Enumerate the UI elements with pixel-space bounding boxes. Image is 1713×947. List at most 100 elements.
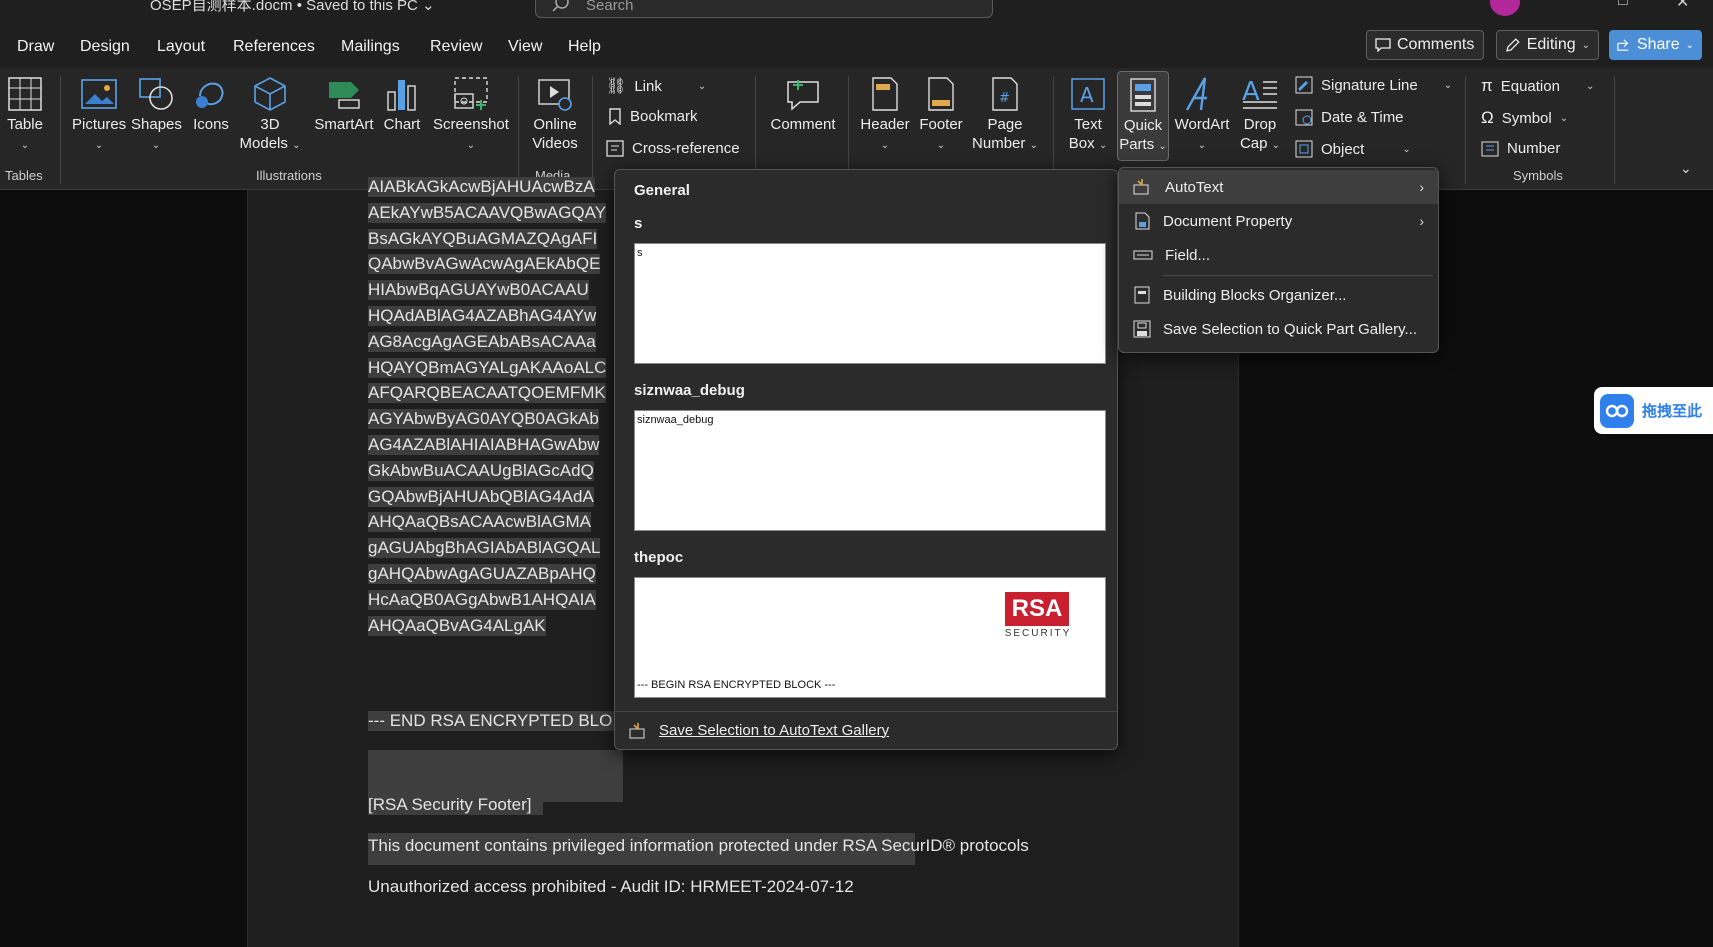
cloud-widget-text: 拖拽至此	[1642, 403, 1703, 420]
group-divider	[518, 76, 519, 184]
signature-line-button[interactable]: Signature Line ⌄	[1295, 76, 1452, 94]
page-number-button[interactable]: # Page Number ⌄	[969, 76, 1041, 155]
restore-icon[interactable]: □	[1618, 0, 1628, 10]
cross-reference-label: Cross-reference	[632, 140, 740, 157]
header-label: Header	[860, 116, 910, 133]
shapes-label: Shapes	[131, 116, 182, 133]
group-divider	[1465, 76, 1466, 184]
equation-button[interactable]: π Equation ⌄	[1481, 76, 1594, 96]
online-videos-button[interactable]: Online Videos	[528, 76, 582, 153]
smartart-button[interactable]: SmartArt	[309, 76, 379, 134]
quick-parts-icon	[1130, 78, 1156, 112]
gallery-entry-s[interactable]: s	[634, 243, 1106, 364]
tab-references[interactable]: References	[233, 38, 315, 56]
cube-icon	[254, 77, 286, 111]
3d-models-button[interactable]: 3D Models ⌄	[239, 76, 301, 155]
chevron-down-icon: ⌄	[936, 140, 946, 151]
pictures-button[interactable]: Pictures ⌄	[72, 76, 126, 155]
chevron-down-icon: ⌄	[1581, 39, 1590, 51]
drop-cap-button[interactable]: A Drop Cap ⌄	[1236, 76, 1284, 155]
bookmark-label: Bookmark	[630, 108, 698, 125]
table-icon	[8, 77, 42, 111]
comments-button[interactable]: Comments	[1366, 30, 1484, 60]
tab-view[interactable]: View	[508, 38, 542, 56]
wordart-icon	[1185, 77, 1207, 111]
menu-divider	[1163, 275, 1433, 276]
table-button[interactable]: Table ⌄	[4, 76, 46, 155]
wordart-button[interactable]: WordArt ⌄	[1172, 76, 1232, 155]
save-quick-part-icon	[1133, 320, 1151, 338]
share-button[interactable]: Share ⌄	[1609, 30, 1702, 60]
footer-button[interactable]: Footer ⌄	[915, 76, 967, 155]
link-icon: ⛓	[606, 78, 627, 95]
new-comment-icon	[787, 80, 819, 111]
document-title[interactable]: OSEP自测样本.docm • Saved to this PC ⌄	[150, 0, 435, 15]
cross-reference-button[interactable]: Cross-reference	[606, 140, 740, 157]
group-divider	[592, 76, 593, 184]
tab-review[interactable]: Review	[430, 38, 482, 56]
menu-item-label: Save Selection to Quick Part Gallery...	[1163, 320, 1417, 338]
object-label: Object	[1321, 140, 1365, 158]
symbol-button[interactable]: Ω Symbol ⌄	[1481, 108, 1568, 128]
menu-item-document-property[interactable]: Document Property ›	[1119, 204, 1438, 238]
menu-item-field[interactable]: Field...	[1119, 238, 1438, 272]
comment-button[interactable]: Comment	[767, 76, 839, 134]
menu-item-label: Building Blocks Organizer...	[1163, 286, 1347, 304]
comment-icon	[1375, 38, 1391, 52]
save-to-autotext-gallery[interactable]: Save Selection to AutoText Gallery	[615, 711, 1117, 749]
online-videos-label-2: Videos	[532, 135, 578, 152]
chevron-down-icon: ⌄	[1685, 39, 1694, 51]
tab-mailings[interactable]: Mailings	[341, 38, 400, 56]
link-button[interactable]: ⛓ Link ⌄	[606, 76, 706, 96]
tab-help[interactable]: Help	[568, 38, 601, 56]
tab-draw[interactable]: Draw	[17, 38, 54, 56]
text-box-label-1: Text	[1074, 116, 1102, 133]
menu-item-label: Document Property	[1163, 212, 1293, 230]
tab-layout[interactable]: Layout	[157, 38, 205, 56]
menu-item-autotext[interactable]: AutoText ›	[1119, 170, 1438, 204]
icons-button[interactable]: Icons	[189, 76, 233, 134]
editing-mode-button[interactable]: Editing ⌄	[1496, 30, 1599, 60]
text-box-label-2: Box	[1068, 135, 1095, 152]
avatar[interactable]	[1490, 0, 1520, 16]
gallery-entry-siznwaa-debug[interactable]: siznwaa_debug	[634, 410, 1106, 531]
bookmark-button[interactable]: Bookmark	[608, 108, 698, 125]
object-icon	[1295, 140, 1313, 158]
text-box-button[interactable]: A Text Box ⌄	[1063, 76, 1113, 155]
online-video-icon	[538, 79, 572, 111]
footer-icon	[928, 77, 954, 111]
header-button[interactable]: Header ⌄	[859, 76, 911, 155]
group-label-tables: Tables	[5, 168, 43, 183]
save-to-autotext-label: Save Selection to AutoText Gallery	[659, 722, 890, 739]
cloud-drop-widget[interactable]: 拖拽至此	[1594, 387, 1713, 434]
shapes-button[interactable]: Shapes ⌄	[131, 76, 182, 155]
chevron-down-icon: ⌄	[1402, 143, 1411, 155]
encoded-text-line: gAGUAbgBhAGIAbABlAGQAL	[368, 538, 601, 559]
close-icon[interactable]: ✕	[1676, 0, 1689, 12]
collapse-ribbon-icon[interactable]: ⌄	[1680, 160, 1692, 177]
footer-tag-line: [RSA Security Footer]	[368, 795, 544, 815]
tab-design[interactable]: Design	[80, 38, 130, 56]
end-block-text: --- END RSA ENCRYPTED BLO	[368, 711, 613, 730]
number-button[interactable]: Number	[1481, 140, 1560, 157]
chart-button[interactable]: Chart	[382, 76, 422, 134]
drop-cap-label-2: Cap	[1239, 135, 1268, 152]
share-icon	[1617, 39, 1629, 51]
encoded-text-line: HQAYQBmAGYALgAKAAoALC	[368, 357, 607, 378]
search-box[interactable]: Search	[535, 0, 993, 18]
date-time-button[interactable]: Date & Time	[1295, 108, 1404, 126]
menu-item-save-to-quick-part-gallery[interactable]: Save Selection to Quick Part Gallery...	[1119, 312, 1438, 346]
object-button[interactable]: Object ⌄	[1295, 140, 1411, 158]
icons-icon	[196, 82, 224, 108]
gallery-entry-thepoc[interactable]: RSA SECURITY --- BEGIN RSA ENCRYPTED BLO…	[634, 577, 1106, 698]
encoded-text-line: HIAbwBqAGUAYwB0ACAAU	[368, 280, 589, 301]
encoded-text-line: AFQARQBEACAATQOEMFMK	[368, 383, 606, 404]
rsa-logo: RSA SECURITY	[1001, 592, 1075, 639]
chevron-down-icon: ⌄	[151, 140, 161, 151]
menu-item-building-blocks-organizer[interactable]: Building Blocks Organizer...	[1119, 278, 1438, 312]
quick-parts-button[interactable]: Quick Parts ⌄	[1117, 71, 1169, 161]
encoded-text-line: BsAGkAYQBuAGMAZQAgAFI	[368, 228, 598, 249]
encoded-text-line: AHQAaQBsACAAcwBlAGMA	[368, 512, 591, 533]
encoded-text-line: AIABkAGkAcwBjAHUAcwBzA	[368, 177, 595, 197]
screenshot-button[interactable]: Screenshot ⌄	[430, 76, 512, 155]
